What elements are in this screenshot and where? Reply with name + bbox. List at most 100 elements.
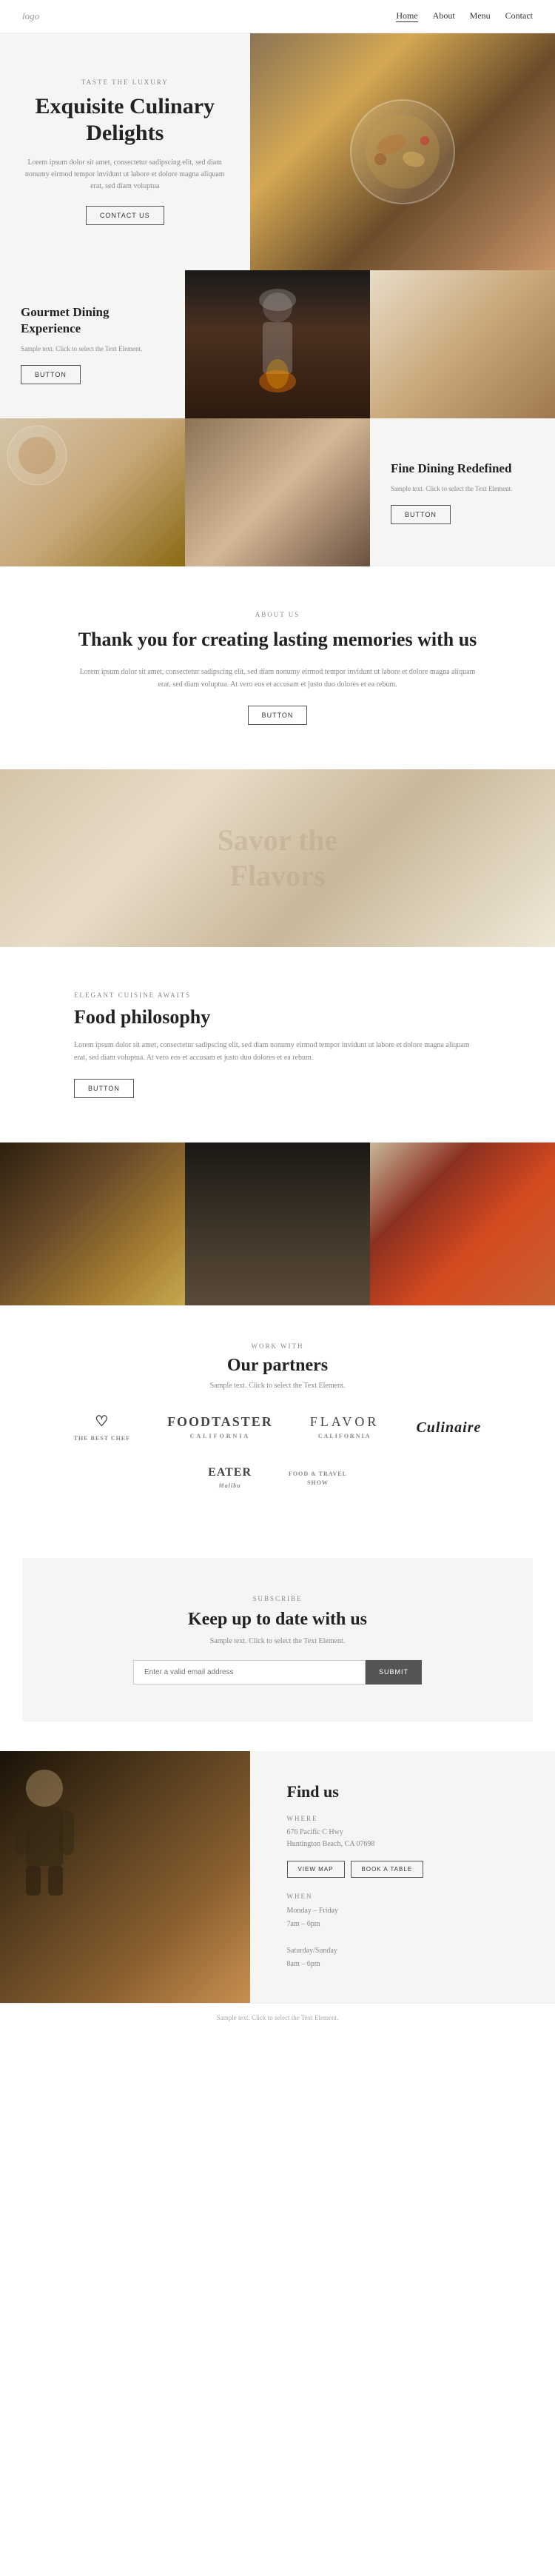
map-buttons: VIEW MAP BOOK A TABLE (287, 1861, 519, 1878)
submit-button[interactable]: SUBMIT (366, 1660, 422, 1685)
partner-culinaire: Culinaire (416, 1419, 481, 1436)
dining-image (185, 418, 370, 566)
find-us-title: Find us (287, 1782, 519, 1801)
food-illustration (329, 78, 477, 226)
about-title: Thank you for creating lasting memories … (74, 627, 481, 652)
foodtaster-sub: CALIFORNIA (190, 1433, 251, 1439)
cook-figure (0, 1751, 89, 1899)
food-travel-label: FOOD & TRAVELSHOW (289, 1471, 347, 1486)
food2-image (370, 270, 555, 418)
best-chef-label: THE BEST CHEF (74, 1435, 130, 1442)
hours-weekend: Saturday/Sunday (287, 1947, 337, 1955)
partner-best-chef: ♡ THE BEST CHEF (74, 1412, 130, 1444)
hours: Monday – Friday 7am – 6pm Saturday/Sunda… (287, 1904, 519, 1971)
email-input[interactable] (133, 1660, 366, 1685)
hours-weekday: Monday – Friday (287, 1907, 338, 1915)
culinaire-label: Culinaire (416, 1419, 481, 1436)
gourmet-text-cell: Gourmet Dining Experience Sample text. C… (0, 270, 185, 418)
partners-grid: ♡ THE BEST CHEF FOODTASTER CALIFORNIA FL… (44, 1412, 511, 1491)
hero-description: Lorem ipsum dolor sit amet, consectetur … (22, 157, 228, 193)
hero-section: TASTE THE LUXURY Exquisite Culinary Deli… (0, 33, 555, 270)
chef-image-cell (185, 270, 370, 418)
partner-food-travel: FOOD & TRAVELSHOW (289, 1470, 347, 1488)
subscribe-section: SUBSCRIBE Keep up to date with us Sample… (22, 1558, 533, 1722)
blurred-line2: Flavors (230, 859, 326, 892)
book-table-button[interactable]: BOOK A TABLE (351, 1861, 424, 1878)
about-section: ABOUT US Thank you for creating lasting … (0, 566, 555, 769)
gourmet-button[interactable]: BUTTON (21, 365, 81, 384)
address-line2: Huntington Beach, CA 07698 (287, 1840, 375, 1848)
footer: Sample text. Click to select the Text El… (0, 2003, 555, 2032)
waiter-image (185, 1143, 370, 1305)
dish2-image (370, 1143, 555, 1305)
nav-about[interactable]: About (433, 10, 455, 22)
blurred-section: Savor the Flavors (0, 769, 555, 947)
subscribe-sub: SUBSCRIBE (133, 1595, 422, 1602)
partners-title: Our partners (44, 1356, 511, 1376)
fine-dining-button[interactable]: BUTTON (391, 505, 451, 524)
navigation: logo Home About Menu Contact (0, 0, 555, 33)
partners-sub: WORK WITH (44, 1342, 511, 1350)
philosophy-button[interactable]: BUTTON (74, 1079, 134, 1098)
fine-dining-description: Sample text. Click to select the Text El… (391, 484, 512, 495)
logo: logo (22, 10, 39, 22)
subscribe-description: Sample text. Click to select the Text El… (133, 1637, 422, 1645)
view-map-button[interactable]: VIEW MAP (287, 1861, 345, 1878)
hero-food-image (250, 33, 555, 270)
fine-dining-title: Fine Dining Redefined (391, 461, 511, 477)
philosophy-description: Lorem ipsum dolor sit amet, consectetur … (74, 1039, 481, 1064)
plate-illustration (0, 418, 74, 492)
hero-cta-button[interactable]: CONTACT US (86, 206, 164, 225)
subscribe-title: Keep up to date with us (133, 1610, 422, 1630)
about-description: Lorem ipsum dolor sit amet, consectetur … (74, 666, 481, 691)
dish1-image (0, 1143, 185, 1305)
grid-section: Gourmet Dining Experience Sample text. C… (0, 270, 555, 566)
blurred-line1: Savor the (218, 823, 338, 857)
food1-image (0, 418, 185, 566)
philosophy-section: ELEGANT CUISINE AWAITS Food philosophy L… (0, 947, 555, 1143)
partners-description: Sample text. Click to select the Text El… (44, 1382, 511, 1390)
heart-icon: ♡ (74, 1412, 130, 1431)
partner-foodtaster: FOODTASTER CALIFORNIA (167, 1414, 273, 1442)
address-line1: 676 Pacific C Hwy (287, 1828, 343, 1836)
gourmet-description: Sample text. Click to select the Text El… (21, 344, 142, 355)
find-us-info: Find us WHERE 676 Pacific C Hwy Huntingt… (250, 1751, 555, 2003)
foodtaster-name: FOODTASTER (167, 1414, 273, 1430)
nav-links: Home About Menu Contact (396, 10, 533, 22)
nav-contact[interactable]: Contact (505, 10, 533, 22)
hero-title: Exquisite Culinary Delights (22, 93, 228, 147)
eater-sub: Malibu (219, 1482, 241, 1489)
find-us-section: Find us WHERE 676 Pacific C Hwy Huntingt… (0, 1751, 555, 2003)
cook-image (0, 1751, 250, 2003)
nav-home[interactable]: Home (396, 10, 417, 22)
flavor-name: FLAVOR (310, 1414, 380, 1430)
about-sub: ABOUT US (74, 611, 481, 618)
about-button[interactable]: BUTTON (248, 706, 308, 725)
gourmet-title: Gourmet Dining Experience (21, 304, 164, 337)
chef-figure (240, 285, 314, 404)
eater-name: EATER (208, 1466, 252, 1479)
where-label: WHERE (287, 1815, 519, 1822)
food2-image-cell (370, 270, 555, 418)
when-label: WHEN (287, 1893, 519, 1900)
hero-text: TASTE THE LUXURY Exquisite Culinary Deli… (0, 33, 250, 270)
footer-text: Sample text. Click to select the Text El… (22, 2014, 533, 2021)
find-us-image (0, 1751, 250, 2003)
partners-section: WORK WITH Our partners Sample text. Clic… (0, 1305, 555, 1528)
philosophy-title: Food philosophy (74, 1006, 481, 1028)
flavor-sub: CALIFORNIA (318, 1433, 371, 1439)
partner-flavor: FLAVOR CALIFORNIA (310, 1414, 380, 1442)
hero-image (250, 33, 555, 270)
philosophy-sub: ELEGANT CUISINE AWAITS (74, 991, 481, 999)
partner-eater: EATER Malibu (208, 1466, 252, 1491)
three-images-row (0, 1143, 555, 1305)
blurred-text: Savor the Flavors (218, 823, 338, 894)
hero-tagline: TASTE THE LUXURY (81, 78, 169, 86)
hours-weekend-time: 8am – 6pm (287, 1960, 320, 1968)
dining-image-cell (185, 418, 370, 566)
hours-weekday-time: 7am – 6pm (287, 1920, 320, 1928)
subscribe-outer: SUBSCRIBE Keep up to date with us Sample… (0, 1528, 555, 1751)
subscribe-form: SUBMIT (133, 1660, 422, 1685)
nav-menu[interactable]: Menu (470, 10, 491, 22)
chef-image (185, 270, 370, 418)
